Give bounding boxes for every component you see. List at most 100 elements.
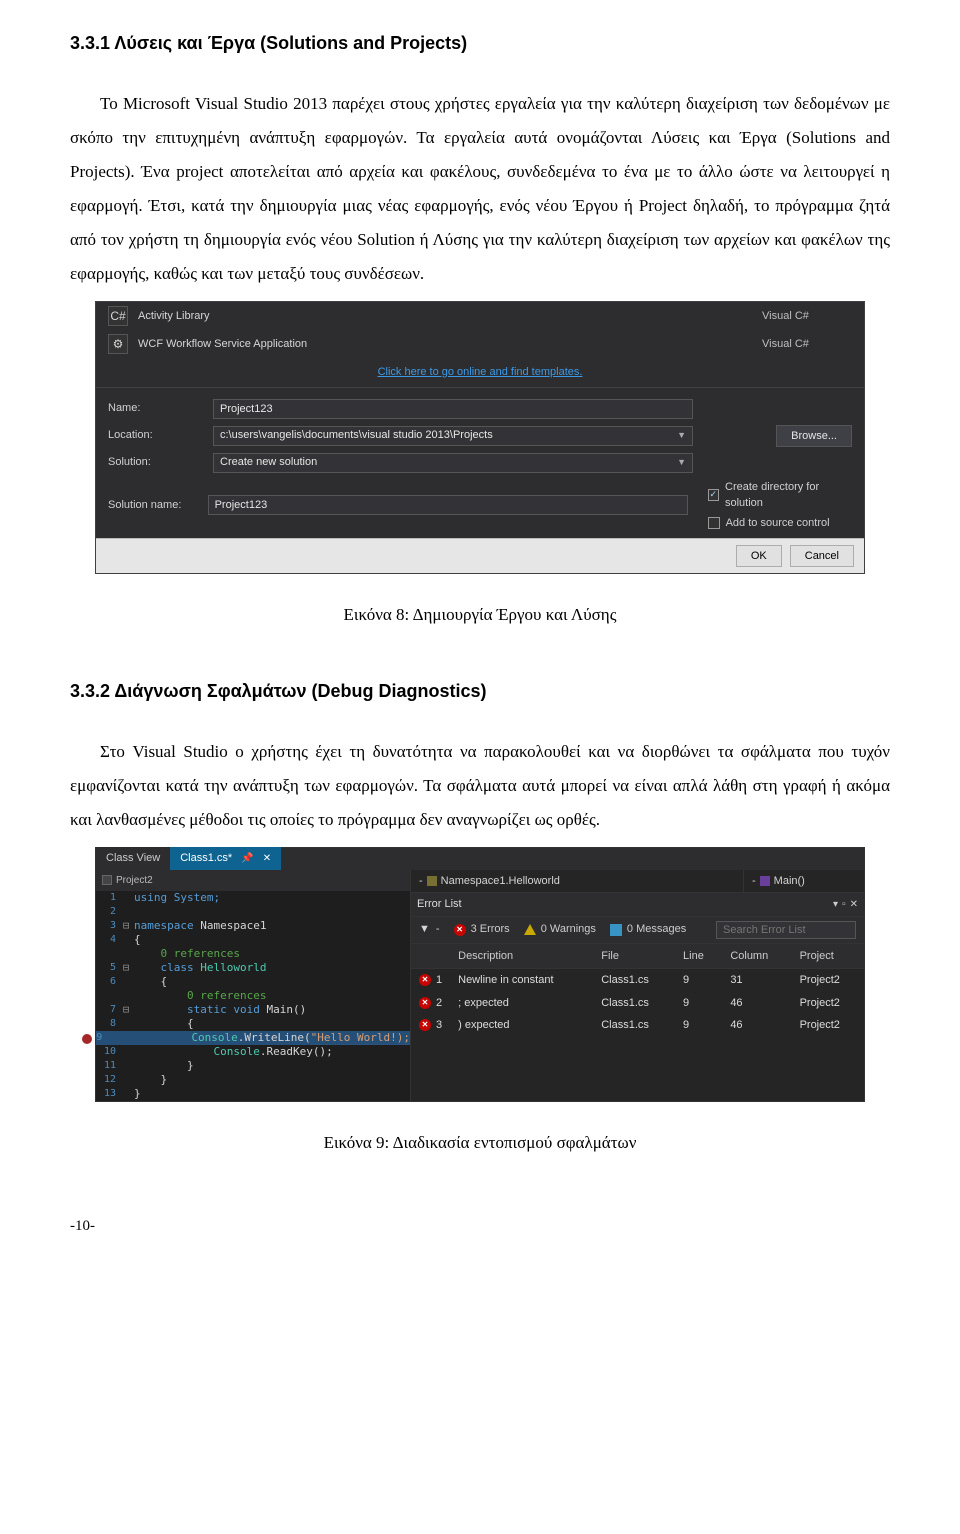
chevron-down-icon: ▼ [677,429,686,443]
create-dir-label: Create directory for solution [725,479,852,512]
ide-errorlist: Class View Class1.cs* 📌 ✕ Project2 1usin… [95,847,865,1102]
member-crumb-bar: - Namespace1.Helloworld - Main() [411,870,864,894]
project-form: Name: Location: c:\users\vangelis\docume… [96,387,864,539]
warning-count: 0 Warnings [541,921,596,938]
dialog-footer: OK Cancel [96,538,864,573]
col-column[interactable]: Column [722,944,791,969]
close-icon[interactable]: ✕ [850,897,858,912]
figure-caption-8: Εικόνα 8: Δημιουργία Έργου και Λύσης [70,602,890,628]
label-solution: Solution: [108,454,203,471]
online-templates-link[interactable]: Click here to go online and find templat… [96,358,864,387]
solution-name-input[interactable] [208,495,688,515]
col-description[interactable]: Description [450,944,593,969]
tab-bar: Class View Class1.cs* 📌 ✕ [96,848,864,870]
template-lang: Visual C# [762,308,852,325]
pin-icon[interactable]: 📌 [241,853,253,864]
solution-value: Create new solution [220,454,317,471]
code-text: { [132,933,410,947]
namespace-crumb[interactable]: - Namespace1.Helloworld [411,870,744,893]
warnings-pill[interactable]: 0 Warnings [524,921,596,938]
chevron-down-icon: ▼ [677,456,686,470]
page-number: -10- [70,1215,890,1238]
code-text: } [161,1073,168,1086]
breakpoint-icon[interactable] [82,1034,92,1044]
code-text: Namespace1 [200,919,266,932]
errors-pill[interactable]: ✕ 3 Errors [454,921,510,938]
paragraph-331: Το Microsoft Visual Studio 2013 παρέχει … [70,87,890,291]
error-row[interactable]: ✕2; expectedClass1.cs946Project2 [411,992,864,1015]
section-heading-332: 3.3.2 Διάγνωση Σφαλμάτων (Debug Diagnost… [70,678,890,705]
close-icon[interactable]: ✕ [263,853,271,864]
code-editor[interactable]: Project2 1using System; 2 3⊟namespace Na… [96,870,411,1101]
crumb-text: Namespace1.Helloworld [441,873,560,890]
template-name: WCF Workflow Service Application [138,336,752,353]
create-dir-checkbox-row[interactable]: ✓ Create directory for solution [708,479,852,512]
section-heading-331: 3.3.1 Λύσεις και Έργα (Solutions and Pro… [70,30,890,57]
error-icon: ✕ [419,974,431,986]
errorlist-title: Error List [417,896,462,913]
checkbox-checked-icon: ✓ [708,489,719,501]
error-panel: - Namespace1.Helloworld - Main() Error L… [411,870,864,1101]
template-lang: Visual C# [762,336,852,353]
template-name: Activity Library [138,308,752,325]
error-row[interactable]: ✕1Newline in constantClass1.cs931Project… [411,969,864,992]
filter-icon: ▼ [419,921,430,938]
codelens[interactable]: 0 references [161,947,240,960]
warning-icon [524,924,536,935]
label-location: Location: [108,427,203,444]
source-control-label: Add to source control [726,515,830,532]
template-icon: ⚙ [108,334,128,354]
source-control-checkbox-row[interactable]: Add to source control [708,515,852,532]
message-icon [610,924,622,936]
figure-caption-9: Εικόνα 9: Διαδικασία εντοπισμού σφαλμάτω… [70,1130,890,1156]
code-text: Console [213,1045,259,1058]
tab-file[interactable]: Class1.cs* 📌 ✕ [170,847,281,870]
code-text: Console [191,1031,237,1044]
template-row-activity[interactable]: C# Activity Library Visual C# [96,302,864,330]
cancel-button[interactable]: Cancel [790,545,854,567]
error-row[interactable]: ✕3) expectedClass1.cs946Project2 [411,1014,864,1037]
message-count: 0 Messages [627,921,686,938]
code-text: { [161,975,168,988]
browse-button[interactable]: Browse... [776,425,852,447]
code-text: Main() [266,1003,306,1016]
tab-file-label: Class1.cs* [180,852,232,864]
method-crumb[interactable]: - Main() [744,870,864,893]
code-text: "Hello World!); [311,1031,410,1045]
solution-combo[interactable]: Create new solution ▼ [213,453,693,473]
code-text: Helloworld [200,961,266,974]
paragraph-332: Στο Visual Studio ο χρήστης έχει τη δυνα… [70,735,890,837]
tab-classview[interactable]: Class View [96,847,170,870]
class-icon [427,876,437,886]
col-file[interactable]: File [593,944,675,969]
code-text: { [187,1017,194,1030]
location-combo[interactable]: c:\users\vangelis\documents\visual studi… [213,426,693,446]
errorlist-toolbar: ▼- ✕ 3 Errors 0 Warnings 0 Messages [411,916,864,944]
name-input[interactable] [213,399,693,419]
col-line[interactable]: Line [675,944,722,969]
error-table: Description File Line Column Project ✕1N… [411,944,864,1037]
crumb-text: Main() [774,873,805,890]
code-text: static void [187,1003,266,1016]
method-icon [760,876,770,886]
dropdown-icon[interactable]: ▾ [833,897,838,912]
location-value: c:\users\vangelis\documents\visual studi… [220,427,493,444]
codelens[interactable]: 0 references [187,989,266,1002]
project-icon [102,875,112,885]
project-label: Project2 [116,873,153,888]
search-errorlist-input[interactable] [716,921,856,939]
error-icon: ✕ [419,997,431,1009]
code-text: } [134,1087,141,1100]
code-text: .WriteLine( [238,1031,311,1044]
filter-dropdown[interactable]: ▼- [419,921,440,938]
template-row-wcf[interactable]: ⚙ WCF Workflow Service Application Visua… [96,330,864,358]
ok-button[interactable]: OK [736,545,782,567]
col-project[interactable]: Project [792,944,864,969]
error-icon: ✕ [454,924,466,936]
project-crumb[interactable]: Project2 [96,870,410,891]
messages-pill[interactable]: 0 Messages [610,921,686,938]
label-solname: Solution name: [108,497,198,514]
error-count: 3 Errors [471,921,510,938]
window-menu-icon[interactable]: ▫ [842,897,846,912]
code-text: using System; [134,891,220,904]
